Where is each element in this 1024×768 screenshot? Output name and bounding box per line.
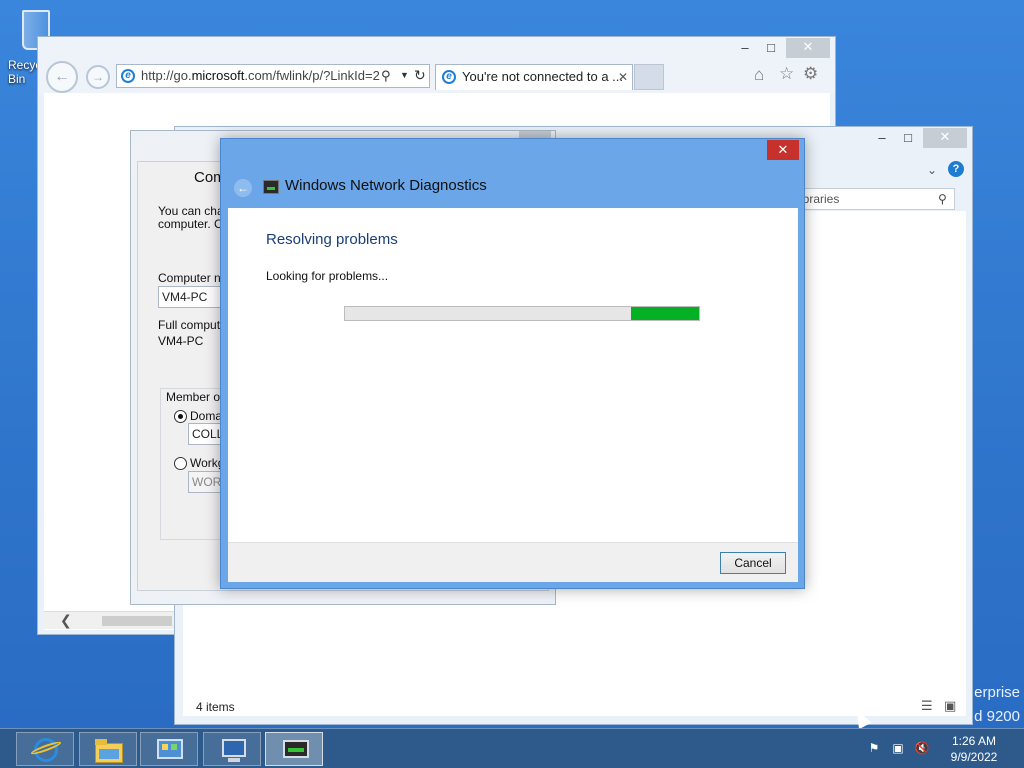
diagnostics-progress-bar bbox=[344, 306, 700, 321]
edition-text-line1: erprise bbox=[974, 684, 1020, 701]
ie-toolbar: ← → e http://go.microsoft.com/fwlink/p/?… bbox=[38, 37, 835, 93]
taskbar-control-panel-button[interactable] bbox=[140, 732, 198, 766]
diagnostics-status-text: Looking for problems... bbox=[266, 269, 389, 283]
settings-gear-icon[interactable]: ⚙ bbox=[803, 64, 818, 84]
action-center-flag-icon[interactable]: ⚑ bbox=[866, 741, 882, 757]
control-panel-icon bbox=[156, 737, 184, 763]
explorer-search-icon[interactable]: ⚲ bbox=[938, 189, 947, 209]
diagnostics-close-button[interactable]: ✕ bbox=[767, 140, 799, 160]
computer-name-description-line1: You can char bbox=[158, 204, 228, 218]
taskbar-system-properties-button[interactable] bbox=[203, 732, 261, 766]
explorer-minimize-button[interactable]: – bbox=[869, 129, 895, 149]
address-rest: .com/fwlink/p/?LinkId=2 bbox=[244, 68, 380, 83]
edition-text-line2: d 9200 bbox=[974, 708, 1020, 725]
clock-date: 9/9/2022 bbox=[950, 750, 998, 764]
back-button[interactable]: ← bbox=[46, 61, 78, 93]
network-diagnostics-taskbar-icon bbox=[281, 737, 309, 763]
tab-not-connected[interactable]: e You're not connected to a ... ✕ bbox=[435, 64, 633, 90]
computer-icon bbox=[219, 737, 247, 763]
desktop: Recycle Bin erprise d 9200 ← → e http://… bbox=[0, 0, 1024, 728]
workgroup-radio[interactable] bbox=[174, 457, 187, 470]
diagnostics-body: Resolving problems Looking for problems.… bbox=[228, 208, 798, 542]
chevron-down-icon[interactable]: ▼ bbox=[400, 70, 409, 80]
refresh-icon[interactable]: ↻ bbox=[414, 67, 426, 84]
explorer-status-item-count: 4 items bbox=[196, 700, 235, 714]
progress-bar-fill bbox=[630, 307, 699, 320]
explorer-search-placeholder: ibraries bbox=[800, 192, 840, 206]
ribbon-expand-chevron-icon[interactable]: ⌄ bbox=[927, 163, 937, 177]
ie-close-button[interactable]: ✕ bbox=[786, 38, 830, 58]
help-icon[interactable]: ? bbox=[948, 161, 964, 177]
explorer-close-button[interactable]: ✕ bbox=[923, 128, 967, 148]
address-host-prefix: http://go. bbox=[141, 68, 192, 83]
details-view-icon[interactable]: ☰ bbox=[921, 698, 933, 714]
internet-explorer-icon bbox=[29, 737, 63, 763]
tab-title: You're not connected to a ... bbox=[462, 69, 624, 84]
ie-minimize-button[interactable]: – bbox=[732, 39, 758, 59]
member-of-label: Member of bbox=[166, 390, 224, 404]
cancel-button[interactable]: Cancel bbox=[720, 552, 786, 574]
forward-button[interactable]: → bbox=[86, 65, 110, 89]
clock-time: 1:26 AM bbox=[951, 734, 997, 748]
network-diagnostics-dialog: ✕ ← Windows Network Diagnostics Resolvin… bbox=[220, 138, 805, 589]
explorer-search-input[interactable]: ibraries ⚲ bbox=[793, 188, 955, 210]
search-icon[interactable]: ⚲ bbox=[381, 68, 391, 84]
network-diagnostics-icon bbox=[263, 180, 279, 194]
scroll-thumb[interactable] bbox=[102, 616, 172, 626]
taskbar-network-diagnostics-button[interactable] bbox=[265, 732, 323, 766]
full-computer-name-value: VM4-PC bbox=[158, 334, 204, 348]
large-icons-view-icon[interactable]: ▣ bbox=[944, 698, 956, 714]
tab-ie-icon: e bbox=[442, 70, 456, 84]
network-status-icon[interactable]: ▣ bbox=[890, 741, 906, 757]
explorer-maximize-button[interactable]: □ bbox=[895, 129, 921, 149]
home-icon[interactable]: ⌂ bbox=[754, 65, 764, 85]
diagnostics-footer: Cancel bbox=[228, 542, 798, 582]
volume-muted-icon[interactable]: 🔇 bbox=[914, 741, 930, 757]
tab-close-icon[interactable]: ✕ bbox=[618, 65, 628, 89]
taskbar-file-explorer-button[interactable] bbox=[79, 732, 137, 766]
computer-name-description-line2: computer. Ch bbox=[158, 217, 230, 231]
new-tab-button[interactable] bbox=[634, 64, 664, 90]
ie-page-icon: e bbox=[121, 69, 135, 83]
taskbar-internet-explorer-button[interactable] bbox=[16, 732, 74, 766]
folder-icon bbox=[95, 737, 123, 763]
back-arrow-icon[interactable]: ← bbox=[234, 179, 252, 197]
scroll-left-icon[interactable]: ❮ bbox=[60, 612, 72, 629]
address-host: microsoft bbox=[191, 68, 245, 83]
favorites-star-icon[interactable]: ☆ bbox=[779, 64, 794, 84]
taskbar: ⚑ ▣ 🔇 1:26 AM 9/9/2022 bbox=[0, 728, 1024, 768]
taskbar-clock[interactable]: 1:26 AM 9/9/2022 bbox=[940, 733, 1008, 765]
diagnostics-window-title: Windows Network Diagnostics bbox=[285, 177, 487, 194]
domain-radio[interactable] bbox=[174, 410, 187, 423]
resolving-problems-heading: Resolving problems bbox=[266, 231, 398, 248]
ie-maximize-button[interactable]: □ bbox=[758, 39, 784, 59]
